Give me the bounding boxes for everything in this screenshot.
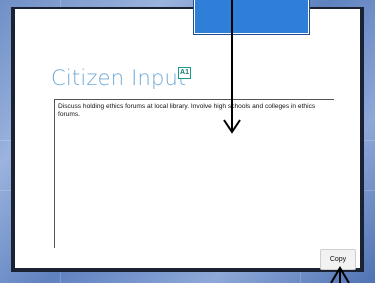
arrow-overlay — [223, 0, 350, 283]
